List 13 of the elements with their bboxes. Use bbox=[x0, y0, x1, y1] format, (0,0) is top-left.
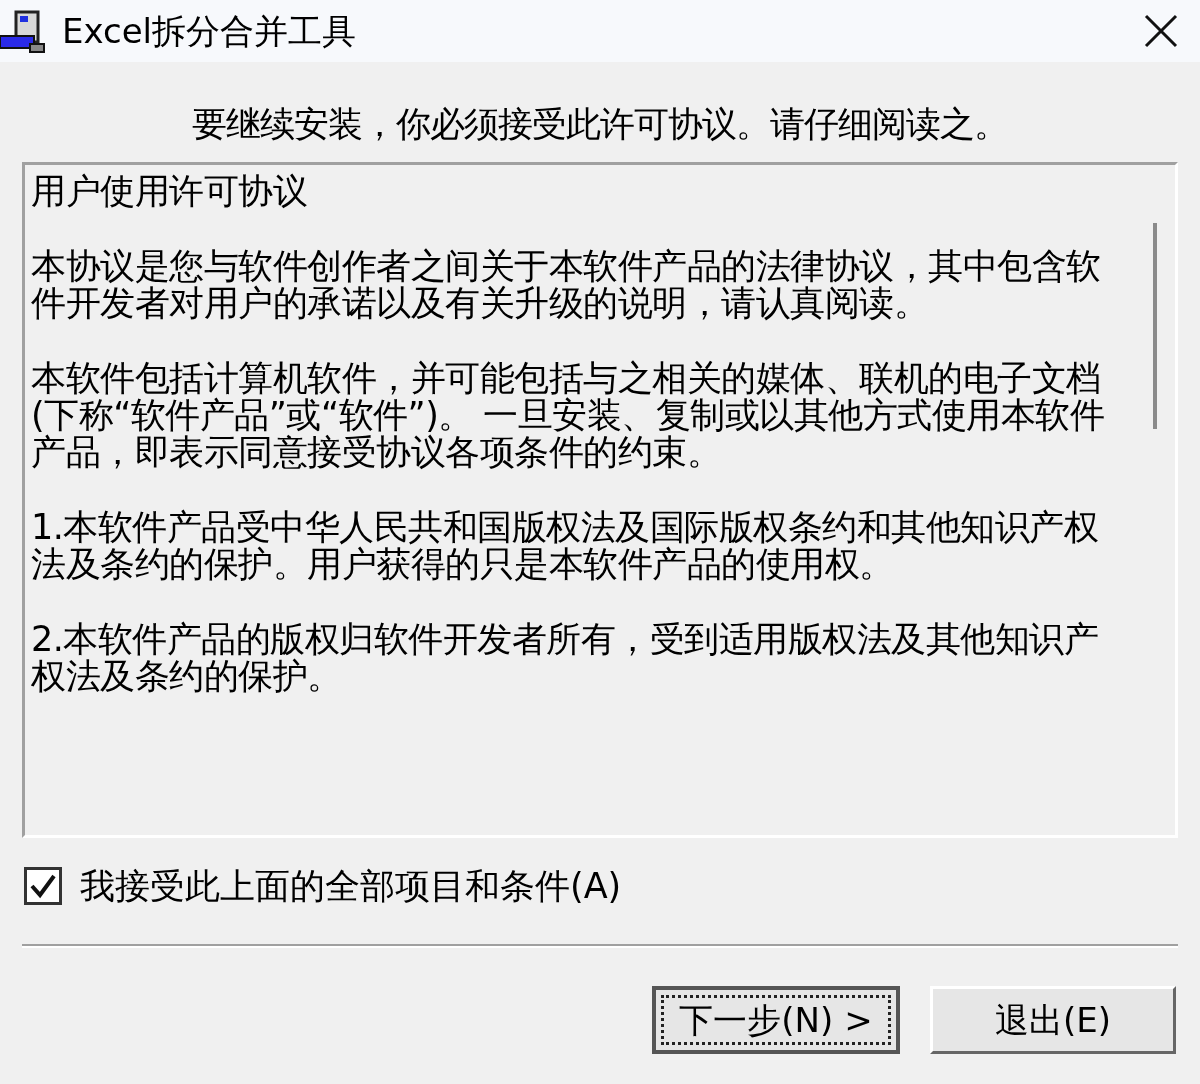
checkbox-label[interactable]: 我接受此上面的全部项目和条件(A) bbox=[80, 864, 622, 908]
license-paragraph: 本协议是您与软件创作者之间关于本软件产品的法律协议，其中包含软件开发者对用户的承诺以及有关升级的说明，请认真阅读。 bbox=[31, 248, 1102, 322]
instruction-text: 要继续安装，你必须接受此许可协议。请仔细阅读之。 bbox=[192, 103, 1008, 146]
scrollbar-thumb[interactable] bbox=[1153, 223, 1157, 429]
exit-button[interactable]: 退出(E) bbox=[930, 986, 1176, 1054]
next-button[interactable]: 下一步(N) > bbox=[652, 986, 900, 1054]
close-icon[interactable] bbox=[1144, 14, 1178, 48]
window-title: Excel拆分合并工具 bbox=[62, 14, 357, 48]
license-paragraph: 1.本软件产品受中华人民共和国版权法及国际版权条约和其他知识产权法及条约的保护。用户获得的只是本软件产品的使用权。 bbox=[31, 509, 1100, 583]
license-paragraph: 本软件包括计算机软件，并可能包括与之相关的媒体、联机的电子文档(下称“软件产品”或“软件”)。 一旦安装、复制或以其他方式使用本软件产品，即表示同意接受协议各项条件的约束。 bbox=[31, 360, 1106, 471]
checkbox[interactable] bbox=[24, 867, 62, 905]
license-title: 用户使用许可协议 bbox=[31, 173, 308, 210]
license-paragraph: 2.本软件产品的版权归软件开发者所有，受到适用版权法及其他知识产权法及条约的保护。 bbox=[31, 621, 1100, 695]
